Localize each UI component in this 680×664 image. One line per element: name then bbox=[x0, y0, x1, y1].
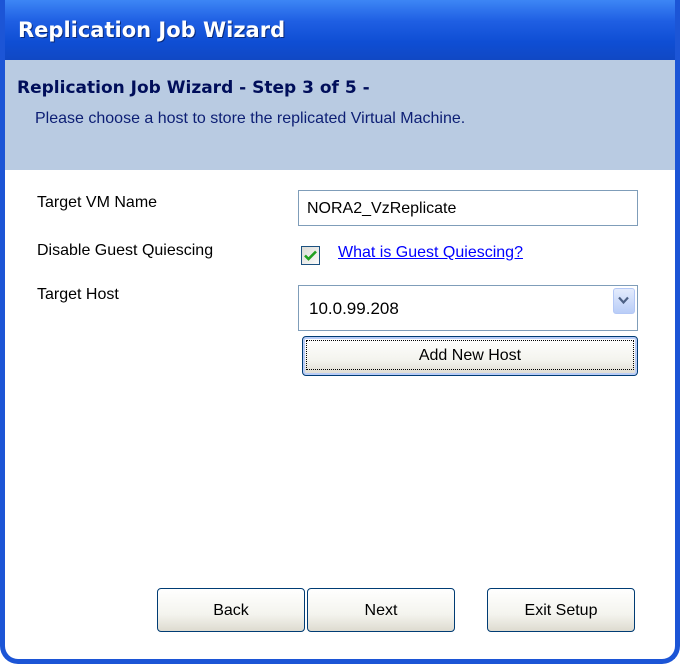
disable-quiescing-checkbox[interactable] bbox=[301, 246, 320, 265]
dropdown-button[interactable] bbox=[613, 288, 635, 314]
back-button[interactable]: Back bbox=[157, 588, 305, 632]
step-description: Please choose a host to store the replic… bbox=[35, 110, 466, 127]
disable-quiescing-label: Disable Guest Quiescing bbox=[37, 242, 214, 259]
window-title: Replication Job Wizard bbox=[18, 18, 286, 42]
next-label: Next bbox=[364, 602, 398, 619]
target-host-value: 10.0.99.208 bbox=[309, 299, 399, 318]
guest-quiescing-help-link[interactable]: What is Guest Quiescing? bbox=[338, 244, 523, 262]
checkmark-icon bbox=[304, 250, 317, 261]
next-button[interactable]: Next bbox=[307, 588, 455, 632]
wizard-header: Replication Job Wizard - Step 3 of 5 - P… bbox=[5, 60, 675, 170]
exit-setup-button[interactable]: Exit Setup bbox=[487, 588, 635, 632]
target-host-label: Target Host bbox=[37, 286, 119, 303]
target-vm-name-input[interactable]: NORA2_VzReplicate bbox=[298, 190, 638, 226]
add-new-host-button[interactable]: Add New Host bbox=[302, 336, 638, 376]
title-bar[interactable]: Replication Job Wizard bbox=[5, 0, 675, 60]
add-new-host-label: Add New Host bbox=[306, 340, 634, 370]
chevron-down-icon bbox=[618, 296, 629, 305]
exit-setup-label: Exit Setup bbox=[524, 602, 598, 619]
back-label: Back bbox=[213, 602, 249, 619]
wizard-window: Replication Job Wizard Replication Job W… bbox=[0, 0, 680, 664]
step-title: Replication Job Wizard - Step 3 of 5 - bbox=[17, 78, 370, 98]
target-vm-name-label: Target VM Name bbox=[37, 194, 158, 211]
target-vm-name-value: NORA2_VzReplicate bbox=[307, 200, 457, 217]
target-host-select[interactable]: 10.0.99.208 bbox=[298, 285, 638, 331]
